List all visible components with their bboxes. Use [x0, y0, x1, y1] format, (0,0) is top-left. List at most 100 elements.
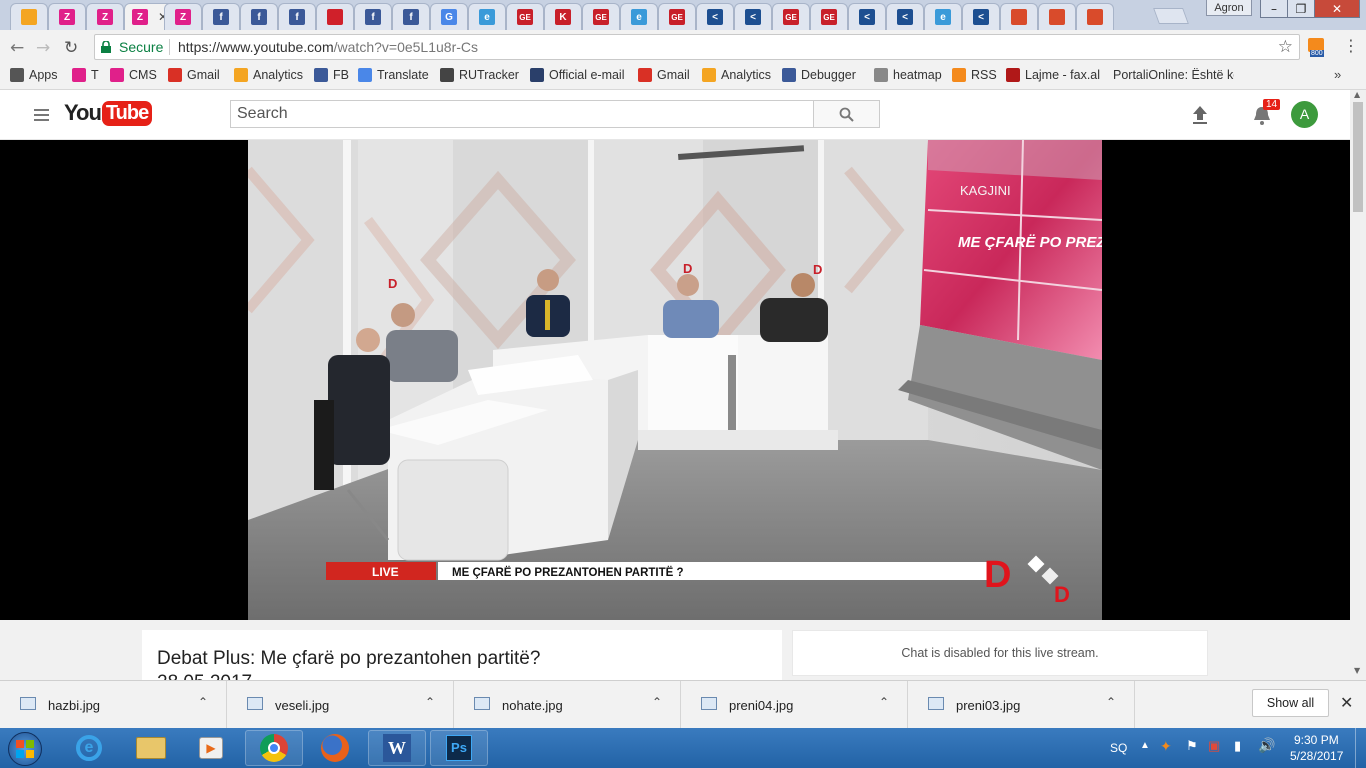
browser-tab[interactable]: [10, 3, 48, 30]
browser-tab[interactable]: Z: [86, 3, 124, 30]
browser-tab[interactable]: f: [240, 3, 278, 30]
browser-tab[interactable]: f: [278, 3, 316, 30]
new-tab-button[interactable]: [1153, 8, 1189, 24]
browser-tab[interactable]: [1076, 3, 1114, 30]
language-indicator[interactable]: SQ: [1110, 741, 1127, 755]
chevron-up-icon[interactable]: ⌃: [198, 695, 208, 709]
page-scrollbar[interactable]: ▲ ▼: [1350, 90, 1366, 680]
download-item[interactable]: preni03.jpg ⌃: [908, 681, 1135, 729]
browser-tab[interactable]: e: [924, 3, 962, 30]
browser-tab[interactable]: [1000, 3, 1038, 30]
close-window-button[interactable]: ✕: [1314, 0, 1360, 18]
browser-tab[interactable]: <: [696, 3, 734, 30]
minimize-button[interactable]: –: [1260, 0, 1288, 18]
show-hidden-icons-icon[interactable]: ▲: [1140, 740, 1150, 751]
browser-tab[interactable]: <: [962, 3, 1000, 30]
search-button[interactable]: [813, 100, 880, 128]
download-item[interactable]: preni04.jpg ⌃: [681, 681, 908, 729]
browser-tab[interactable]: GE: [506, 3, 544, 30]
search-input[interactable]: Search: [230, 100, 814, 128]
taskbar-explorer-button[interactable]: [122, 730, 180, 766]
address-bar[interactable]: Secure https://www.youtube.com/watch?v=0…: [94, 34, 1300, 60]
youtube-logo[interactable]: You Tube: [64, 100, 153, 126]
tray-app-icon[interactable]: ✦: [1160, 738, 1172, 755]
bookmark-label: Lajme - fax.al: [1025, 68, 1101, 82]
taskbar-media-button[interactable]: ▶: [182, 730, 240, 766]
bookmark-item[interactable]: T: [72, 68, 99, 82]
bookmarks-overflow-icon[interactable]: »: [1334, 67, 1341, 82]
taskbar-chrome-button[interactable]: [245, 730, 303, 766]
scrollbar-thumb[interactable]: [1353, 102, 1363, 212]
browser-tab[interactable]: <: [734, 3, 772, 30]
show-desktop-button[interactable]: [1355, 728, 1366, 768]
browser-tab[interactable]: K: [544, 3, 582, 30]
download-item[interactable]: nohate.jpg ⌃: [454, 681, 681, 729]
back-button[interactable]: ←: [10, 38, 24, 58]
bookmark-item[interactable]: PortaliOnline: Është kohë: [1108, 68, 1234, 82]
chevron-up-icon[interactable]: ⌃: [879, 695, 889, 709]
bookmark-item[interactable]: Lajme - fax.al: [1006, 68, 1100, 82]
start-button[interactable]: [8, 732, 42, 766]
tray-device-icon[interactable]: ▣: [1208, 738, 1220, 754]
browser-tab[interactable]: G: [430, 3, 468, 30]
browser-tab[interactable]: [316, 3, 354, 30]
bookmark-item[interactable]: Debugger: [782, 68, 856, 82]
browser-tab[interactable]: <: [848, 3, 886, 30]
reload-button[interactable]: ↻: [64, 38, 78, 58]
upload-icon[interactable]: [1191, 105, 1209, 125]
taskbar-word-button[interactable]: W: [368, 730, 426, 766]
volume-icon[interactable]: 🔊: [1258, 737, 1275, 754]
browser-tab[interactable]: e: [620, 3, 658, 30]
download-item[interactable]: hazbi.jpg ⌃: [0, 681, 227, 729]
browser-tab[interactable]: GE: [658, 3, 696, 30]
chevron-up-icon[interactable]: ⌃: [652, 695, 662, 709]
browser-tab[interactable]: f: [392, 3, 430, 30]
taskbar-firefox-button[interactable]: [306, 730, 364, 766]
bookmark-item[interactable]: Gmail: [168, 68, 220, 82]
bookmark-item[interactable]: Apps: [10, 68, 58, 82]
bookmark-item[interactable]: CMS: [110, 68, 157, 82]
bookmark-item[interactable]: Gmail: [638, 68, 690, 82]
browser-tab[interactable]: Z: [48, 3, 86, 30]
video-frame[interactable]: DDD KAGJINI ME ÇFARË PO PREZ LIVE ME ÇFA…: [248, 140, 1102, 620]
hamburger-menu-icon[interactable]: [34, 109, 49, 121]
browser-tab[interactable]: f: [202, 3, 240, 30]
close-downloads-bar-icon[interactable]: ✕: [1340, 693, 1353, 713]
bookmark-item[interactable]: RSS: [952, 68, 997, 82]
browser-tab[interactable]: e: [468, 3, 506, 30]
scroll-up-arrow-icon[interactable]: ▲: [1354, 90, 1360, 99]
avatar[interactable]: A: [1291, 101, 1318, 128]
browser-tab[interactable]: GE: [810, 3, 848, 30]
rss-extension-icon[interactable]: 800: [1306, 36, 1328, 58]
bookmark-item[interactable]: Analytics: [702, 68, 771, 82]
bookmark-star-icon[interactable]: ☆: [1278, 37, 1293, 57]
taskbar-photoshop-button[interactable]: Ps: [430, 730, 488, 766]
chevron-up-icon[interactable]: ⌃: [425, 695, 435, 709]
bookmark-item[interactable]: FB: [314, 68, 349, 82]
browser-tab[interactable]: GE: [582, 3, 620, 30]
action-center-flag-icon[interactable]: ⚑: [1186, 738, 1198, 754]
bookmark-item[interactable]: Analytics: [234, 68, 303, 82]
bookmark-item[interactable]: RUTracker: [440, 68, 519, 82]
bookmark-item[interactable]: Translate: [358, 68, 429, 82]
browser-tab[interactable]: Z: [164, 3, 202, 30]
download-item[interactable]: veseli.jpg ⌃: [227, 681, 454, 729]
clock-date[interactable]: 5/28/2017: [1290, 749, 1343, 763]
taskbar-ie-button[interactable]: e: [60, 730, 118, 766]
clock-time[interactable]: 9:30 PM: [1294, 733, 1339, 747]
browser-tab[interactable]: f: [354, 3, 392, 30]
youtube-header: You Tube Search 14 A: [0, 90, 1366, 140]
browser-tab[interactable]: GE: [772, 3, 810, 30]
browser-tab[interactable]: <: [886, 3, 924, 30]
chevron-up-icon[interactable]: ⌃: [1106, 695, 1116, 709]
bookmark-item[interactable]: heatmap: [874, 68, 942, 82]
bookmark-item[interactable]: Official e-mail: [530, 68, 624, 82]
show-all-downloads-button[interactable]: Show all: [1252, 689, 1329, 717]
video-player[interactable]: DDD KAGJINI ME ÇFARË PO PREZ LIVE ME ÇFA…: [0, 140, 1350, 620]
forward-button[interactable]: →: [36, 38, 50, 58]
browser-tab[interactable]: [1038, 3, 1076, 30]
network-icon[interactable]: ▮: [1234, 738, 1241, 754]
menu-icon[interactable]: ⋮: [1343, 36, 1359, 55]
restore-button[interactable]: ❐: [1287, 0, 1315, 18]
scroll-down-arrow-icon[interactable]: ▼: [1354, 666, 1360, 675]
